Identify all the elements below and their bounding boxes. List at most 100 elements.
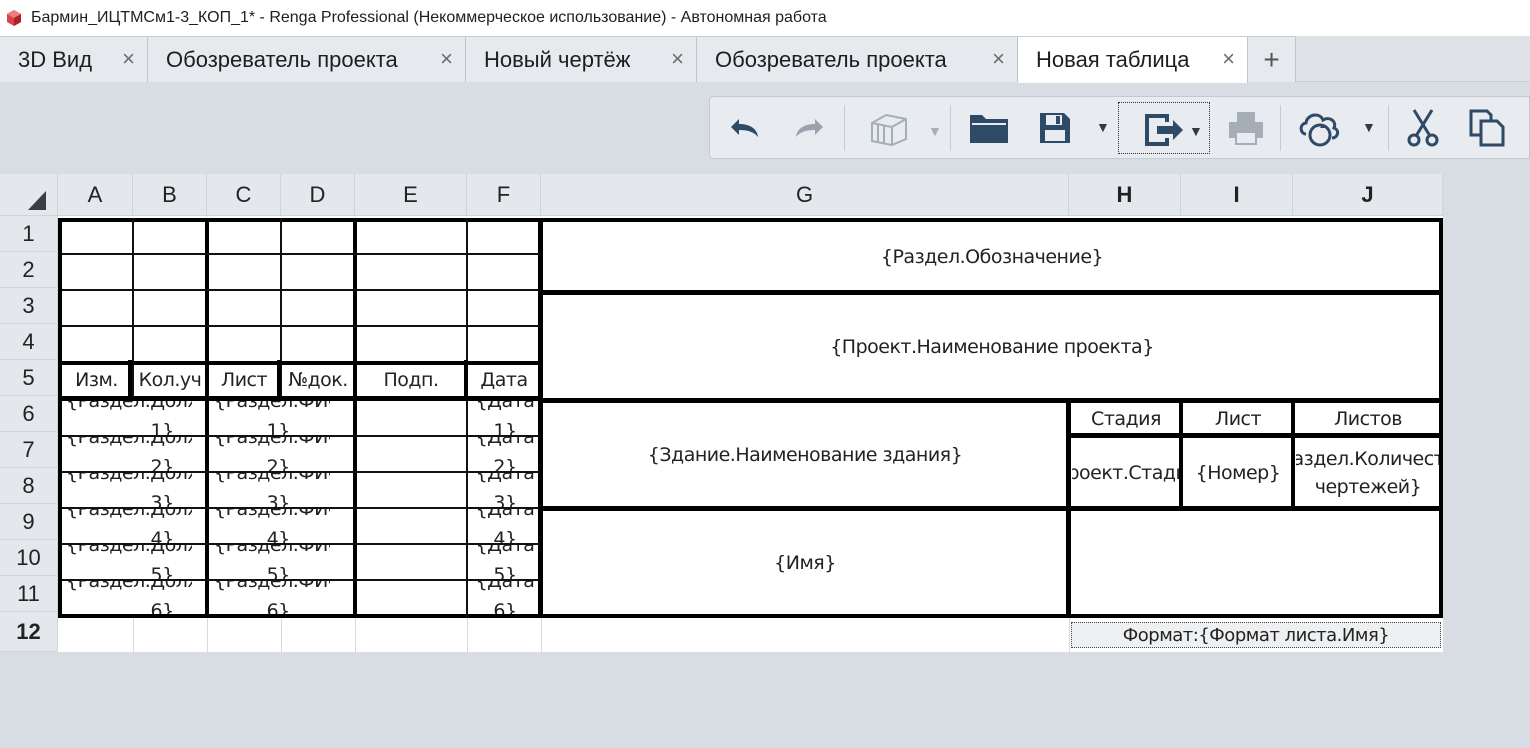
cell-format[interactable]: Формат:{Формат листа.Имя} bbox=[1071, 622, 1441, 648]
cell-signer-fio-2[interactable]: {Раздел.ФИО 2} bbox=[210, 436, 354, 472]
select-all-corner[interactable] bbox=[0, 174, 58, 216]
grid-line bbox=[62, 579, 539, 581]
cell-signer-date-5[interactable]: {Дата 5} bbox=[470, 544, 538, 580]
cell-name[interactable]: {Имя} bbox=[545, 512, 1065, 614]
cell-signer-fio-1[interactable]: {Раздел.ФИО 1} bbox=[210, 400, 354, 436]
tab-project-explorer-2[interactable]: Обозреватель проекта × bbox=[697, 36, 1018, 82]
cell-data[interactable]: Дата bbox=[469, 364, 539, 396]
cell-signer-date-6[interactable]: {Дата 6} bbox=[470, 580, 538, 616]
row-header-5[interactable]: 5 bbox=[0, 360, 58, 396]
grid-line bbox=[538, 218, 543, 618]
save-button[interactable] bbox=[1032, 101, 1078, 155]
cell-sheet-header[interactable]: Лист bbox=[1185, 404, 1291, 434]
cell-sheet-number[interactable]: {Номер} bbox=[1185, 440, 1291, 506]
row-header-9[interactable]: 9 bbox=[0, 504, 58, 540]
undo-icon bbox=[731, 119, 758, 137]
cell-stage-value[interactable]: {Проект.Стадия} bbox=[1072, 440, 1180, 506]
cell-project-name[interactable]: {Проект.Наименование проекта} bbox=[545, 296, 1439, 398]
cell-sheets-count[interactable]: {Раздел.Количество чертежей} bbox=[1296, 440, 1440, 506]
cell-building-name[interactable]: {Здание.Наименование здания} bbox=[545, 404, 1065, 506]
cell-signer-post-1[interactable]: {Раздел.Должность 1} bbox=[62, 400, 206, 436]
cell-signer-post-4[interactable]: {Раздел.Должность 4} bbox=[62, 508, 206, 544]
close-icon[interactable]: × bbox=[122, 48, 135, 70]
window-title: Бармин_ИЦТМСм1-3_КОП_1* - Renga Professi… bbox=[31, 9, 827, 26]
add-tab-button[interactable]: + bbox=[1248, 36, 1296, 82]
cell-kol-uch[interactable]: Кол.уч bbox=[135, 364, 205, 396]
row-header-10[interactable]: 10 bbox=[0, 540, 58, 576]
row-header-7[interactable]: 7 bbox=[0, 432, 58, 468]
cell-signer-fio-6[interactable]: {Раздел.ФИО 6} bbox=[210, 580, 354, 616]
column-header-h[interactable]: H bbox=[1069, 174, 1181, 216]
3d-view-button[interactable]: ▼ bbox=[858, 101, 942, 155]
cell-signer-post-2[interactable]: {Раздел.Должность 2} bbox=[62, 436, 206, 472]
close-icon[interactable]: × bbox=[440, 48, 453, 70]
row-header-1[interactable]: 1 bbox=[0, 216, 58, 252]
signer-date-text: {Дата 2} bbox=[475, 436, 535, 472]
cell-podp[interactable]: Подп. bbox=[357, 364, 465, 396]
column-header-j[interactable]: J bbox=[1293, 174, 1443, 216]
signer-fio-text: {Раздел.ФИО 4} bbox=[214, 508, 330, 544]
signer-fio-text: {Раздел.ФИО 2} bbox=[214, 436, 330, 472]
cell-designation[interactable]: {Раздел.Обозначение} bbox=[545, 224, 1439, 290]
row-header-8[interactable]: 8 bbox=[0, 468, 58, 504]
cell-signer-post-5[interactable]: {Раздел.Должность 5} bbox=[62, 544, 206, 580]
row-header-11[interactable]: 11 bbox=[0, 576, 58, 612]
cell-signer-date-3[interactable]: {Дата 3} bbox=[470, 472, 538, 508]
cell-list[interactable]: Лист bbox=[209, 364, 279, 396]
cell-ndok[interactable]: №док. bbox=[283, 364, 353, 396]
tab-new-table[interactable]: Новая таблица × bbox=[1018, 36, 1248, 83]
toolbar: ▼ ▼ ▼ ▼ bbox=[709, 96, 1530, 159]
redo-button[interactable] bbox=[786, 101, 832, 155]
cell-signer-fio-3[interactable]: {Раздел.ФИО 3} bbox=[210, 472, 354, 508]
undo-button[interactable] bbox=[722, 101, 768, 155]
signer-date-text: {Дата 1} bbox=[475, 400, 535, 436]
column-header-a[interactable]: A bbox=[58, 174, 133, 216]
tab-3d-view[interactable]: 3D Вид × bbox=[0, 36, 148, 82]
tab-project-explorer-1[interactable]: Обозреватель проекта × bbox=[148, 36, 466, 82]
grid-line bbox=[62, 325, 539, 327]
column-header-d[interactable]: D bbox=[281, 174, 355, 216]
cell-signer-date-2[interactable]: {Дата 2} bbox=[470, 436, 538, 472]
redo-icon bbox=[796, 119, 823, 137]
signer-post-text: {Раздел.Должность 1} bbox=[66, 400, 192, 436]
signer-date-text: {Дата 3} bbox=[475, 472, 535, 508]
close-icon[interactable]: × bbox=[1222, 48, 1235, 70]
grid-line bbox=[132, 218, 134, 396]
close-icon[interactable]: × bbox=[992, 48, 1005, 70]
row-header-2[interactable]: 2 bbox=[0, 252, 58, 288]
signer-post-text: {Раздел.Должность 2} bbox=[66, 436, 192, 472]
grid-line bbox=[1291, 400, 1295, 510]
sync-options-chevron-down-icon[interactable]: ▼ bbox=[1362, 119, 1376, 135]
row-header-4[interactable]: 4 bbox=[0, 324, 58, 360]
row-header-6[interactable]: 6 bbox=[0, 396, 58, 432]
row-header-3[interactable]: 3 bbox=[0, 288, 58, 324]
column-header-i[interactable]: I bbox=[1181, 174, 1293, 216]
cell-stage-header[interactable]: Стадия bbox=[1073, 404, 1179, 434]
export-button[interactable]: ▼ bbox=[1117, 101, 1211, 155]
cell-signer-fio-4[interactable]: {Раздел.ФИО 4} bbox=[210, 508, 354, 544]
open-button[interactable] bbox=[964, 101, 1014, 155]
save-options-chevron-down-icon[interactable]: ▼ bbox=[1096, 119, 1110, 135]
column-header-b[interactable]: B bbox=[133, 174, 207, 216]
copy-button[interactable] bbox=[1464, 101, 1510, 155]
cell-signer-date-4[interactable]: {Дата 4} bbox=[470, 508, 538, 544]
cell-signer-fio-5[interactable]: {Раздел.ФИО 5} bbox=[210, 544, 354, 580]
column-header-e[interactable]: E bbox=[355, 174, 467, 216]
column-header-c[interactable]: C bbox=[207, 174, 281, 216]
signer-post-text: {Раздел.Должность 3} bbox=[66, 472, 192, 508]
close-icon[interactable]: × bbox=[671, 48, 684, 70]
grid-line bbox=[281, 618, 282, 652]
cell-sheets-header[interactable]: Листов bbox=[1297, 404, 1439, 434]
cell-izm[interactable]: Изм. bbox=[62, 364, 131, 396]
cut-button[interactable] bbox=[1400, 101, 1446, 155]
column-header-f[interactable]: F bbox=[467, 174, 541, 216]
cell-signer-date-1[interactable]: {Дата 1} bbox=[470, 400, 538, 436]
cell-signer-post-3[interactable]: {Раздел.Должность 3} bbox=[62, 472, 206, 508]
sync-button[interactable] bbox=[1292, 101, 1348, 155]
3d-view-icon bbox=[871, 113, 907, 147]
tab-new-drawing[interactable]: Новый чертёж × bbox=[466, 36, 697, 82]
print-button[interactable] bbox=[1224, 101, 1268, 155]
column-header-g[interactable]: G bbox=[541, 174, 1069, 216]
row-header-12[interactable]: 12 bbox=[0, 612, 58, 652]
cell-signer-post-6[interactable]: {Раздел.Должность 6} bbox=[62, 580, 206, 616]
